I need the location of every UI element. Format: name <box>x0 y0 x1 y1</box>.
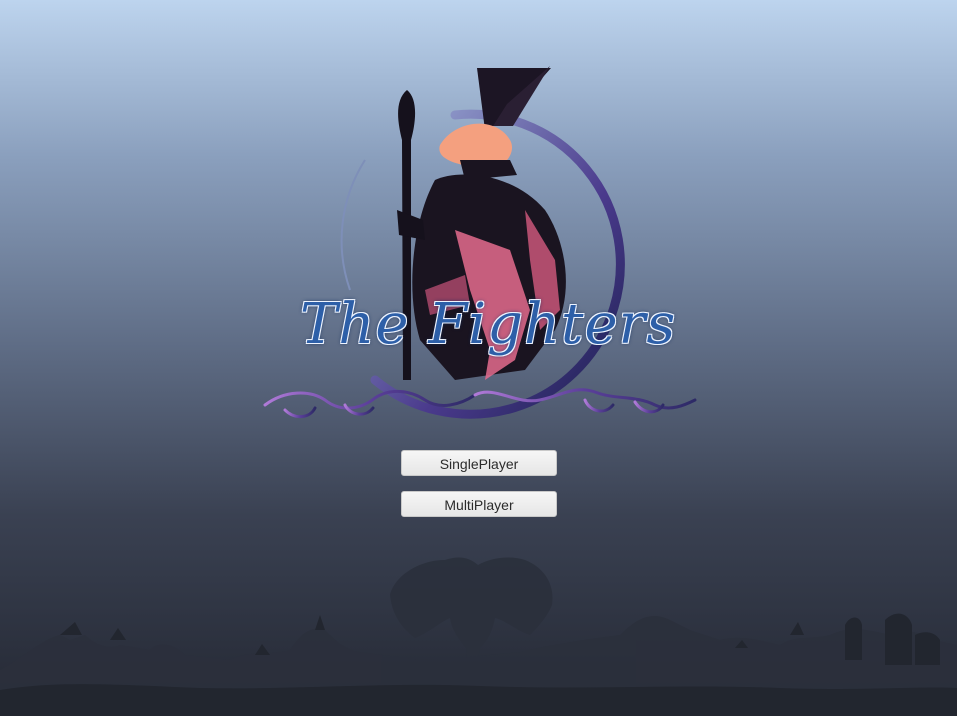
game-title: The Fighters <box>300 292 677 357</box>
singleplayer-button[interactable]: SinglePlayer <box>401 450 557 476</box>
multiplayer-button[interactable]: MultiPlayer <box>401 491 557 517</box>
game-logo <box>263 66 697 419</box>
monster-silhouettes <box>0 557 957 716</box>
